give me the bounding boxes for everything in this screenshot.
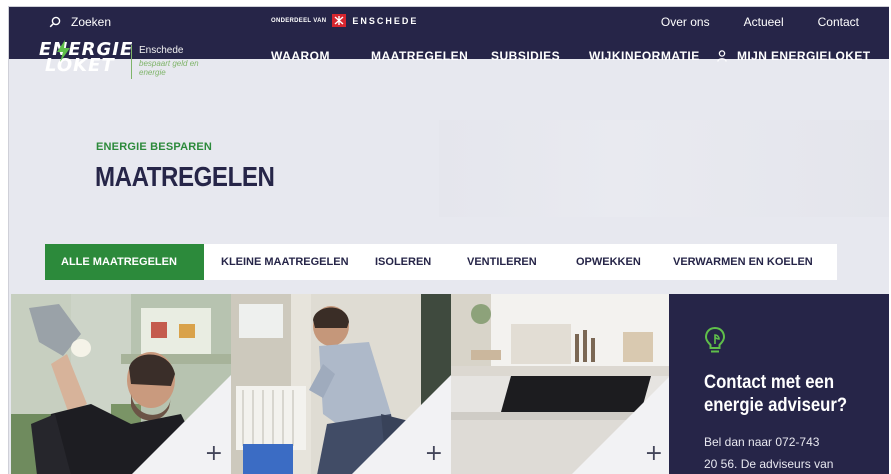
logo-city: Enschede: [139, 45, 184, 56]
nav-item-maatregelen[interactable]: MAATREGELEN: [371, 49, 468, 63]
contact-card[interactable]: Contact met een energie adviseur? Bel da…: [669, 294, 889, 474]
top-link-actueel[interactable]: Actueel: [744, 15, 784, 29]
enschede-crest-icon: [332, 14, 347, 27]
logo-divider: [131, 45, 132, 79]
logo-wordmark: ENERGIE LOKET: [39, 39, 134, 76]
hero-background-image: [439, 120, 889, 217]
tab-isoleren[interactable]: ISOLEREN: [366, 244, 458, 280]
tab-kleine-maatregelen[interactable]: KLEINE MAATREGELEN: [204, 244, 366, 280]
nav-item-waarom[interactable]: WAAROM: [271, 49, 330, 63]
mijn-energieloket-link[interactable]: MIJN ENERGIELOKET: [717, 49, 870, 63]
user-icon: [717, 50, 727, 62]
tab-alle-maatregelen[interactable]: ALLE MAATREGELEN: [45, 244, 204, 280]
measure-card-radiator[interactable]: +: [231, 294, 451, 474]
part-of-enschede[interactable]: ONDERDEEL VAN ENSCHEDE: [271, 14, 418, 27]
part-of-label: ONDERDEEL VAN: [271, 17, 327, 24]
search-icon: [49, 16, 61, 28]
plus-icon[interactable]: +: [205, 443, 223, 465]
page-title: MAATREGELEN: [95, 161, 275, 192]
measure-card-kitchen[interactable]: +: [451, 294, 671, 474]
tab-opwekken[interactable]: OPWEKKEN: [563, 244, 664, 280]
contact-title: Contact met een energie adviseur?: [704, 372, 848, 416]
search-button[interactable]: Zoeken: [49, 15, 111, 29]
page-frame: Zoeken ONDERDEEL VAN ENSCHEDE Over ons A…: [8, 6, 889, 474]
nav-item-subsidies[interactable]: SUBSIDIES: [491, 49, 560, 63]
tab-ventileren[interactable]: VENTILEREN: [458, 244, 563, 280]
energieloket-logo[interactable]: ENERGIE LOKET Enschede bespaart geld en …: [39, 37, 239, 89]
top-links: Over ons Actueel Contact: [661, 15, 859, 29]
user-link-label: MIJN ENERGIELOKET: [737, 49, 871, 63]
part-of-city: ENSCHEDE: [352, 15, 419, 26]
tab-verwarmen-en-koelen[interactable]: VERWARMEN EN KOELEN: [664, 244, 837, 280]
category-tabs: ALLE MAATREGELEN KLEINE MAATREGELEN ISOL…: [45, 244, 837, 280]
top-link-over-ons[interactable]: Over ons: [661, 15, 710, 29]
top-link-contact[interactable]: Contact: [818, 15, 859, 29]
lightning-bolt-icon: [57, 40, 70, 62]
nav-item-wijkinformatie[interactable]: WIJKINFORMATIE: [589, 49, 700, 63]
logo-tagline: bespaart geld en energie: [139, 59, 199, 77]
contact-text: Bel dan naar 072-743 20 56. De adviseurs…: [704, 435, 834, 471]
lightbulb-leaf-icon: [704, 326, 889, 359]
search-label: Zoeken: [71, 15, 112, 29]
measure-card-lamp[interactable]: +: [11, 294, 231, 474]
plus-icon[interactable]: +: [645, 443, 663, 465]
plus-icon[interactable]: +: [425, 443, 443, 465]
page-eyebrow: ENERGIE BESPAREN: [96, 141, 213, 153]
